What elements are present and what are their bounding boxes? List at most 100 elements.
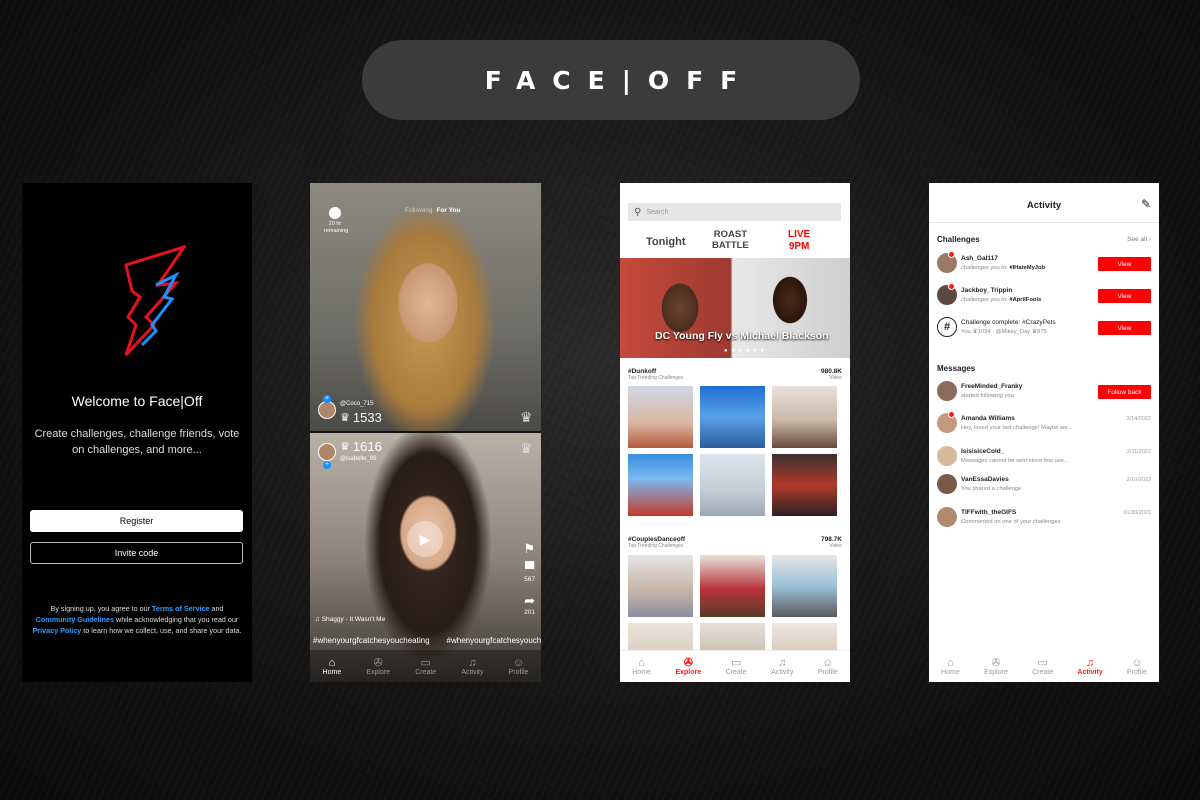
compose-icon[interactable]: ✎ — [1141, 197, 1151, 211]
legal-text: By signing up, you agree to our Terms of… — [30, 603, 244, 636]
nav-explore[interactable]: ✇ Explore — [675, 657, 701, 676]
follow-plus-icon[interactable]: + — [323, 461, 331, 469]
view-button[interactable]: View — [1098, 289, 1151, 303]
register-button[interactable]: Register — [30, 510, 243, 532]
nav-label: Create — [415, 668, 437, 676]
message-row[interactable]: IsisisiceCold_ Messages cannot be sent s… — [937, 446, 1151, 470]
legal-text-part: while acknowledging that you read our — [114, 615, 239, 624]
nav-explore[interactable]: ✇ Explore — [984, 657, 1008, 676]
invite-code-button[interactable]: Invite code — [30, 542, 243, 564]
message-row[interactable]: TIFFwith_theGIFS Commented on one of you… — [937, 507, 1151, 531]
nav-explore[interactable]: ✇ Explore — [366, 657, 390, 676]
vote-icon[interactable]: ♛ — [520, 440, 533, 457]
user-handle[interactable]: @Coco_715 — [340, 401, 373, 407]
nav-label: Create — [1032, 668, 1054, 676]
section-header[interactable]: #CouplesDanceoff Top Trending Challenges… — [628, 536, 842, 549]
video-card[interactable]: 20 hr remaining Following For You + @Coco… — [310, 183, 541, 431]
video-thumbnail[interactable] — [700, 555, 765, 617]
tab-following[interactable]: Following — [405, 207, 432, 214]
hashtag[interactable]: #whenyourgfcatchesyoucheating — [313, 636, 430, 645]
nav-profile[interactable]: ☺ Profile — [1127, 657, 1147, 676]
nav-home[interactable]: ⌂ Home — [323, 657, 342, 676]
search-input[interactable]: ⚲ Search — [628, 203, 841, 221]
message-row[interactable]: FreeMinded_Franky started following you … — [937, 381, 1151, 405]
feed-top-tabs: Following For You — [405, 207, 460, 214]
nav-home[interactable]: ⌂ Home — [632, 657, 651, 676]
video-thumbnail[interactable] — [772, 555, 837, 617]
video-thumbnail[interactable] — [628, 555, 693, 617]
see-all-link[interactable]: See all › — [1127, 236, 1151, 243]
promo-live-line: LIVE — [788, 229, 811, 240]
nav-profile[interactable]: ☺ Profile — [818, 657, 838, 676]
section-count-value: 980.8K — [821, 368, 842, 375]
video-thumbnail[interactable] — [772, 386, 837, 448]
avatar — [937, 381, 957, 401]
video-thumbnail[interactable] — [628, 386, 693, 448]
message-preview: Messages cannot be sent since this use..… — [961, 458, 1069, 464]
message-row[interactable]: VanEssaDavies You shared a challenge 2/1… — [937, 474, 1151, 498]
view-button[interactable]: View — [1098, 257, 1151, 271]
message-user: TIFFwith_theGIFS — [961, 509, 1017, 516]
follow-back-button[interactable]: Follow back — [1098, 385, 1151, 399]
message-date: 2/11/2022 — [1126, 449, 1151, 455]
nav-label: Activity — [461, 668, 484, 676]
faceoff-logo — [124, 245, 186, 357]
nav-activity[interactable]: ♫ Activity — [771, 657, 793, 676]
comment-button[interactable]: ▀ 567 — [524, 561, 535, 583]
video-thumbnail[interactable] — [628, 454, 693, 516]
bottom-nav: ⌂ Home ✇ Explore ▭ Create ♫ Activity ☺ Profil… — [620, 650, 850, 682]
video-thumbnail[interactable] — [700, 454, 765, 516]
challenge-row[interactable]: Ash_Gal117 challenges you to: #IHateMyJo… — [937, 251, 1151, 277]
video-card[interactable]: + ♛ 1616 @isabelle_99 ♛ ▶ ⚑ ▀ 567 ➦ 201 ♫ S… — [310, 433, 541, 682]
play-icon[interactable]: ▶ — [407, 521, 443, 557]
nav-label: Activity — [1077, 668, 1103, 676]
tab-for-you[interactable]: For You — [436, 207, 460, 214]
section-count-label: Video — [829, 375, 842, 381]
terms-of-service-link[interactable]: Terms of Service — [152, 604, 209, 613]
song-info[interactable]: ♫ Shaggy - It Wasn't Me — [315, 616, 385, 623]
timer-label: remaining — [324, 228, 349, 234]
video-thumbnail[interactable] — [700, 386, 765, 448]
privacy-policy-link[interactable]: Privacy Policy — [33, 626, 82, 635]
hashtag[interactable]: #whenyourgfcatchesyoucheating — [447, 636, 541, 645]
nav-activity[interactable]: ♫ Activity — [461, 657, 483, 676]
message-row[interactable]: Amanda Williams Hey, loved your last cha… — [937, 411, 1151, 437]
video-thumbnail[interactable] — [772, 454, 837, 516]
view-button[interactable]: View — [1098, 321, 1151, 335]
nav-create[interactable]: ▭ Create — [726, 657, 747, 676]
nav-label: Explore — [984, 668, 1008, 676]
section-header[interactable]: #Dunkoff Top Trending Challenges 980.8K … — [628, 368, 842, 381]
nav-create[interactable]: ▭ Create — [1032, 657, 1053, 676]
nav-home[interactable]: ⌂ Home — [941, 657, 960, 676]
nav-label: Home — [941, 668, 960, 676]
bottom-nav: ⌂ Home ✇ Explore ▭ Create ♫ Activity ☺ Profil… — [929, 650, 1159, 682]
bookmark-icon: ⚑ — [523, 541, 535, 556]
message-date: 01/30/2022 — [1123, 510, 1151, 516]
banner-caption: DC Young Fly vs Michael Blackson — [655, 330, 829, 342]
message-user: IsisisiceCold_ — [961, 448, 1005, 455]
avatar[interactable] — [318, 401, 336, 419]
message-preview: started following you — [961, 393, 1014, 399]
bookmark-button[interactable]: ⚑ — [523, 541, 535, 557]
nav-label: Profile — [508, 668, 529, 676]
community-guidelines-link[interactable]: Community Guidelines — [36, 615, 114, 624]
nav-label: Home — [322, 668, 342, 676]
vote-icon[interactable]: ♛ — [520, 409, 533, 426]
crown-icon: ♛ — [340, 441, 350, 453]
user-handle[interactable]: @isabelle_99 — [340, 456, 376, 462]
hashtag-icon: # — [937, 317, 957, 337]
nav-profile[interactable]: ☺ Profile — [509, 657, 529, 676]
featured-banner[interactable]: DC Young Fly vs Michael Blackson ● ● ● ●… — [620, 258, 850, 358]
nav-activity[interactable]: ♫ Activity — [1077, 657, 1102, 676]
promo-live: LIVE 9PM — [788, 229, 810, 253]
nav-create[interactable]: ▭ Create — [415, 657, 436, 676]
avatar[interactable] — [318, 443, 336, 461]
share-button[interactable]: ➦ 201 — [524, 593, 535, 616]
challenge-row[interactable]: Jackboy_Trippin challenges you to: #Apri… — [937, 283, 1151, 309]
follow-plus-icon[interactable]: + — [323, 395, 331, 403]
search-icon: ⚲ — [634, 206, 642, 218]
challenge-user: Jackboy_Trippin — [961, 287, 1013, 294]
challenge-row[interactable]: # Challenge complete: #CrazyPets You ♛10… — [937, 317, 1151, 341]
avatar — [937, 474, 957, 494]
bell-icon: ♫ — [468, 656, 477, 669]
